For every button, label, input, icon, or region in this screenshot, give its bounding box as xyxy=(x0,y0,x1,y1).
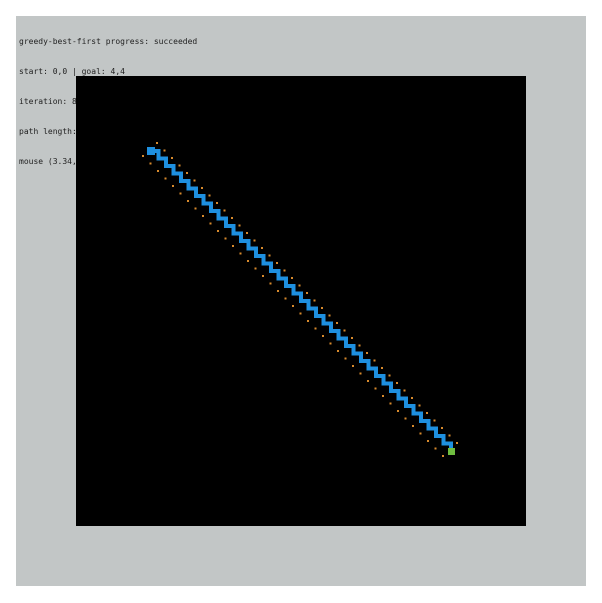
visited-cell xyxy=(389,402,392,405)
visited-cell xyxy=(291,277,293,279)
search-visualization xyxy=(142,142,458,457)
visited-cell xyxy=(336,322,338,324)
visited-cell xyxy=(246,232,248,234)
visited-cell xyxy=(276,262,278,264)
visited-cell xyxy=(351,337,353,339)
visited-cell xyxy=(216,202,218,204)
visited-cell xyxy=(171,157,173,159)
visited-cell xyxy=(163,149,166,152)
visited-cell xyxy=(254,267,257,270)
visited-cell xyxy=(359,372,362,375)
visited-cell xyxy=(374,387,377,390)
visited-cell xyxy=(179,192,182,195)
visited-cell xyxy=(253,239,256,242)
visited-cell xyxy=(194,207,197,210)
visited-cell xyxy=(382,395,384,397)
visited-cell xyxy=(193,179,196,182)
visited-cell xyxy=(238,224,241,227)
visited-cell xyxy=(381,367,383,369)
visited-cell xyxy=(178,164,181,167)
visited-cell xyxy=(442,455,444,457)
found-path xyxy=(151,149,453,451)
visited-cell xyxy=(322,335,324,337)
visited-cell xyxy=(373,359,376,362)
app-frame: greedy-best-first progress: succeeded st… xyxy=(16,16,586,586)
visited-cell xyxy=(292,305,294,307)
visited-cell xyxy=(403,389,406,392)
visited-cell xyxy=(307,320,309,322)
visited-cell xyxy=(268,254,271,257)
visited-cell xyxy=(223,209,226,212)
visited-cell xyxy=(269,282,272,285)
visited-cell xyxy=(448,434,451,437)
visited-cell xyxy=(149,162,152,165)
visited-cell xyxy=(343,329,346,332)
visited-cell xyxy=(418,404,421,407)
progress-status: greedy-best-first progress: succeeded xyxy=(19,37,198,46)
visited-cell xyxy=(321,307,323,309)
visited-cell xyxy=(337,350,339,352)
visited-cell xyxy=(358,344,361,347)
visited-cell xyxy=(313,299,316,302)
visited-cell xyxy=(367,380,369,382)
visited-cell xyxy=(157,170,159,172)
visited-cell xyxy=(247,260,249,262)
visited-cell xyxy=(217,230,219,232)
visited-cell xyxy=(366,352,368,354)
visited-cell xyxy=(314,327,317,330)
visited-cell xyxy=(172,185,174,187)
visited-cell xyxy=(328,314,331,317)
visited-cell xyxy=(202,215,204,217)
visited-cell xyxy=(306,292,308,294)
visited-cell xyxy=(411,397,413,399)
visited-cell xyxy=(388,374,391,377)
visited-cell xyxy=(208,194,211,197)
visited-cell xyxy=(209,222,212,225)
visited-cell xyxy=(433,419,436,422)
visited-cell xyxy=(187,200,189,202)
visited-cell xyxy=(426,412,428,414)
visited-cell xyxy=(156,142,158,144)
visited-cell xyxy=(404,417,407,420)
visited-cell xyxy=(329,342,332,345)
goal-marker xyxy=(448,448,455,455)
visited-cell xyxy=(419,432,422,435)
visited-cell xyxy=(284,297,287,300)
visited-cell xyxy=(427,440,429,442)
visited-cell xyxy=(261,247,263,249)
visited-cell xyxy=(142,155,144,157)
visited-cell xyxy=(239,252,242,255)
visited-cell xyxy=(232,245,234,247)
visited-cell xyxy=(231,217,233,219)
visited-cell xyxy=(299,312,302,315)
visited-cell xyxy=(262,275,264,277)
visited-cell xyxy=(224,237,227,240)
visited-cell xyxy=(298,284,301,287)
visited-cell xyxy=(344,357,347,360)
visited-cell xyxy=(186,172,188,174)
visited-cell xyxy=(412,425,414,427)
start-marker xyxy=(147,147,155,155)
visited-cell xyxy=(397,410,399,412)
visited-cell xyxy=(434,447,437,450)
visited-cell xyxy=(201,187,203,189)
visited-cell xyxy=(283,269,286,272)
visited-cell xyxy=(441,427,443,429)
visited-cell xyxy=(352,365,354,367)
visited-cell xyxy=(277,290,279,292)
path-line xyxy=(151,149,453,451)
visited-cell xyxy=(396,382,398,384)
visited-cell xyxy=(164,177,167,180)
visited-cell xyxy=(456,442,458,444)
search-canvas[interactable] xyxy=(76,76,526,526)
